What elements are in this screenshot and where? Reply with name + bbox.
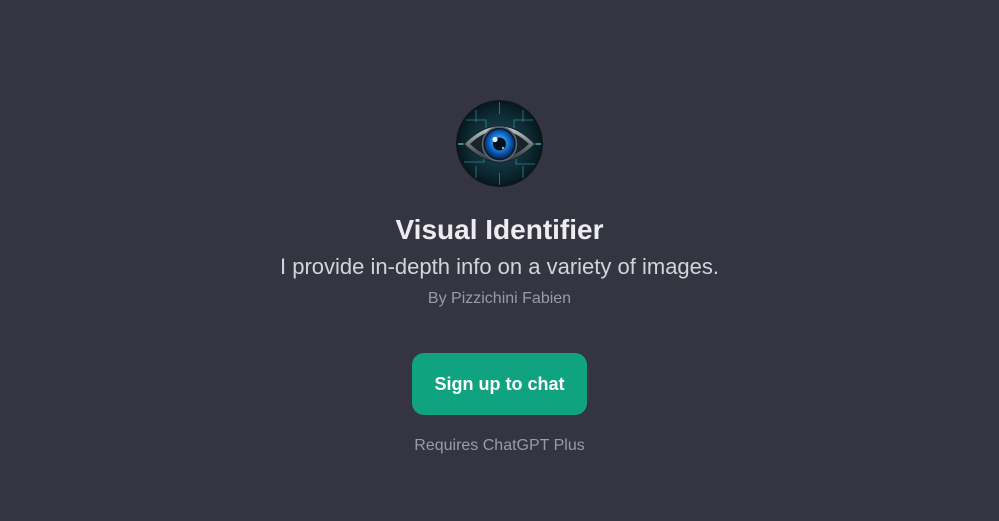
gpt-author: By Pizzichini Fabien (427, 290, 572, 307)
gpt-description: I provide in-depth info on a variety of … (279, 254, 720, 279)
gpt-avatar (456, 100, 543, 187)
sign-up-to-chat-button[interactable]: Sign up to chat (412, 353, 587, 415)
plus-requirement-note: Requires ChatGPT Plus (414, 437, 585, 454)
eye-icon (456, 100, 543, 187)
gpt-landing-page: Visual Identifier I provide in-depth inf… (0, 0, 999, 521)
gpt-title: Visual Identifier (395, 214, 604, 245)
